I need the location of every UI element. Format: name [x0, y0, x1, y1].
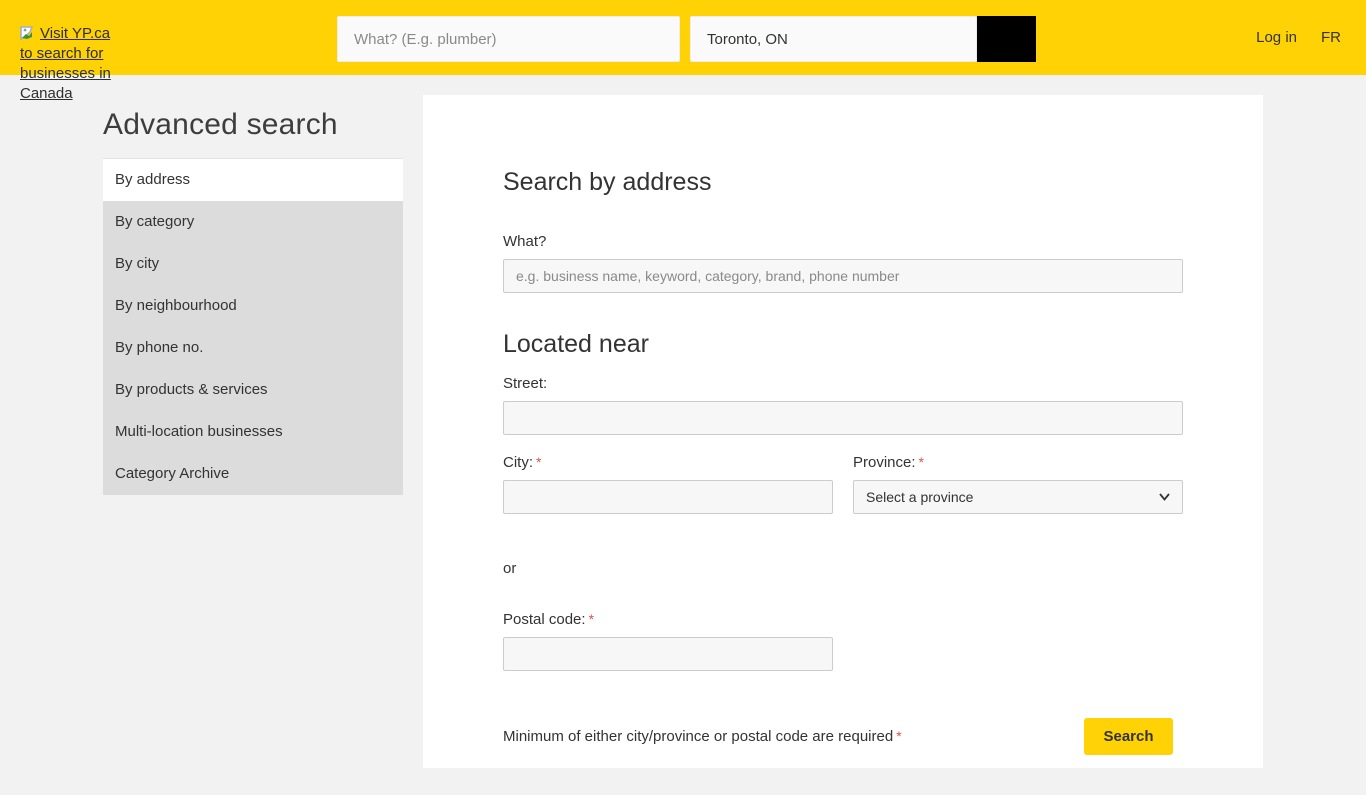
province-label: Province:* [853, 453, 1183, 472]
header-right-links: Log in FR [1256, 0, 1341, 75]
broken-image-icon [20, 26, 39, 40]
chevron-down-icon [1159, 493, 1170, 501]
sidebar-item-label: By address [115, 171, 190, 188]
sidebar-item-category-archive[interactable]: Category Archive [103, 453, 403, 495]
main-panel: Search by address What? Located near Str… [423, 95, 1263, 768]
or-separator-text: or [503, 560, 1183, 577]
sidebar-nav-list: By address By category By city By neighb… [103, 158, 403, 495]
section-title-search-by-address: Search by address [503, 167, 1183, 198]
sidebar-item-label: By neighbourhood [115, 297, 237, 314]
sidebar-item-label: Category Archive [115, 465, 229, 482]
street-input[interactable] [503, 401, 1183, 435]
what-input[interactable] [503, 259, 1183, 293]
city-input[interactable] [503, 480, 833, 514]
sidebar-item-label: By city [115, 255, 159, 272]
street-label: Street: [503, 375, 1183, 393]
section-title-located-near: Located near [503, 329, 1183, 360]
login-link[interactable]: Log in [1256, 29, 1297, 46]
required-note: Minimum of either city/province or posta… [503, 728, 902, 745]
advanced-search-sidebar: Advanced search By address By category B… [103, 108, 403, 495]
required-asterisk: * [919, 454, 924, 470]
sidebar-item-multi-location-businesses[interactable]: Multi-location businesses [103, 411, 403, 453]
postal-code-input[interactable] [503, 637, 833, 671]
top-header: Visit YP.ca to search for businesses in … [0, 0, 1366, 75]
sidebar-item-by-city[interactable]: By city [103, 243, 403, 285]
postal-code-label: Postal code:* [503, 610, 833, 629]
sidebar-item-by-neighbourhood[interactable]: By neighbourhood [103, 285, 403, 327]
province-select-value: Select a province [866, 489, 973, 505]
header-what-input[interactable] [337, 16, 680, 62]
page-title: Advanced search [103, 108, 403, 142]
yp-logo-link[interactable]: Visit YP.ca to search for businesses in … [20, 24, 116, 104]
language-toggle-fr[interactable]: FR [1321, 29, 1341, 46]
province-select[interactable]: Select a province [853, 480, 1183, 514]
sidebar-item-by-phone-no[interactable]: By phone no. [103, 327, 403, 369]
required-asterisk: * [896, 728, 901, 744]
sidebar-item-by-address[interactable]: By address [103, 159, 403, 201]
search-button[interactable]: Search [1084, 718, 1173, 755]
header-search-button[interactable] [977, 16, 1036, 62]
sidebar-item-by-category[interactable]: By category [103, 201, 403, 243]
city-label: City:* [503, 453, 833, 472]
sidebar-item-by-products-services[interactable]: By products & services [103, 369, 403, 411]
what-label: What? [503, 233, 1183, 251]
required-asterisk: * [589, 611, 594, 627]
required-asterisk: * [536, 454, 541, 470]
sidebar-item-label: Multi-location businesses [115, 423, 283, 440]
sidebar-item-label: By category [115, 213, 194, 230]
sidebar-item-label: By phone no. [115, 339, 203, 356]
sidebar-item-label: By products & services [115, 381, 268, 398]
header-where-input[interactable] [690, 16, 977, 62]
